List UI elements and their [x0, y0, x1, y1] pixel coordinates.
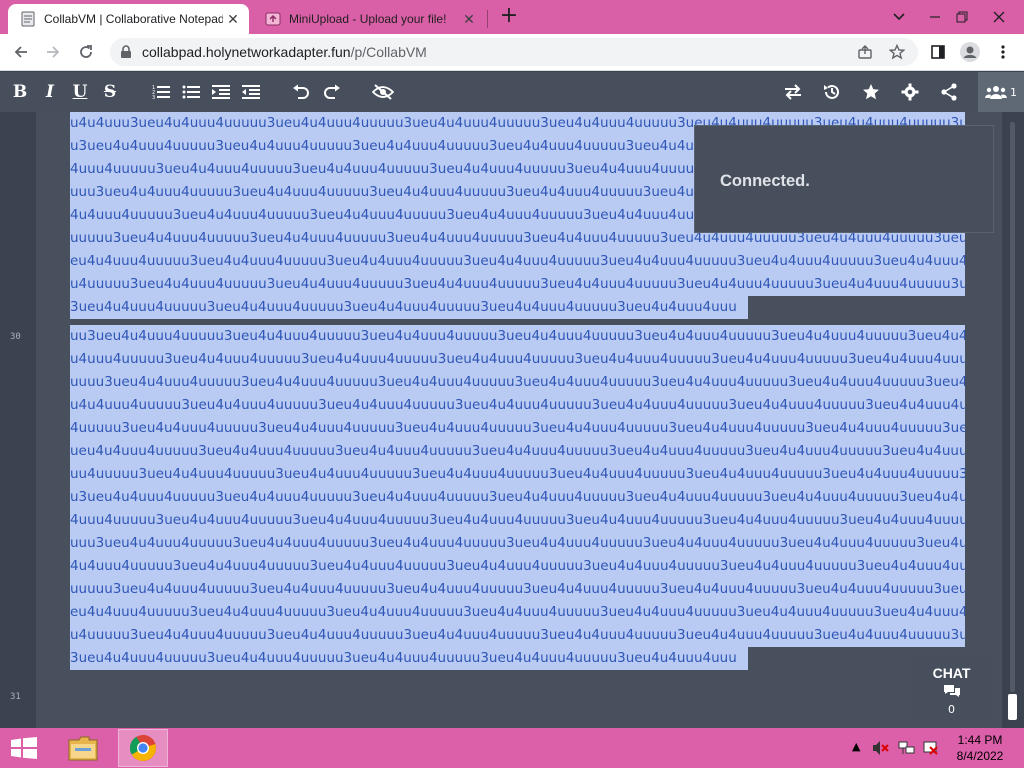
clock-time: 1:44 PM — [957, 733, 1003, 747]
chrome-task[interactable] — [118, 729, 168, 767]
undo-icon[interactable] — [289, 80, 313, 104]
network-icon[interactable] — [898, 740, 916, 759]
forward-button[interactable] — [40, 39, 66, 65]
outdent-icon[interactable] — [239, 80, 263, 104]
url-path: /p/CollabVM — [350, 44, 427, 60]
selected-text-line: ueu4u4uuu4uuuuu3ueu4u4uuu4uuuuu3ueu4u4uu… — [70, 440, 965, 463]
tray-overflow-icon[interactable]: ▲ — [852, 740, 860, 753]
scrollbar-thumb[interactable] — [1008, 694, 1017, 720]
browser-toolbar: collabpad.holynetworkadapter.fun/p/Colla… — [0, 34, 1024, 71]
settings-gear-icon[interactable] — [898, 80, 922, 104]
connection-status-text: Connected. — [720, 172, 810, 190]
selected-text-line: 4u4uuu4uuuuu3ueu4u4uuu4uuuuu3ueu4u4uuu4u… — [70, 555, 965, 578]
profile-avatar[interactable] — [957, 39, 983, 65]
chrome-icon — [129, 735, 156, 762]
close-icon[interactable]: ✕ — [459, 9, 479, 29]
import-export-icon[interactable] — [781, 80, 805, 104]
ordered-list-icon[interactable]: 123 — [149, 80, 173, 104]
users-button[interactable]: 1 — [978, 72, 1024, 112]
svg-text:3: 3 — [152, 95, 155, 100]
file-explorer-task[interactable] — [58, 729, 108, 767]
unordered-list-icon[interactable] — [179, 80, 203, 104]
tab-search-icon[interactable] — [882, 0, 916, 34]
windows-taskbar: ▲ 1:44 PM 8/4/2022 — [0, 728, 1024, 768]
browser-tab-strip: CollabVM | Collaborative Notepad ✕ MiniU… — [0, 0, 1024, 34]
selected-text-line: u3ueu4u4uuu4uuuuu3ueu4u4uuu4uuuuu3ueu4u4… — [70, 486, 965, 509]
scrollbar-track[interactable] — [1010, 122, 1015, 692]
restore-button[interactable] — [945, 0, 979, 34]
clear-authorship-icon[interactable] — [371, 80, 395, 104]
selected-text-line: uu3ueu4u4uuu4uuuuu3ueu4u4uuu4uuuuu3ueu4u… — [70, 325, 965, 348]
selected-text-line: uuu3ueu4u4uuu4uuuuu3ueu4u4uuu4uuuuu3ueu4… — [70, 532, 965, 555]
folder-icon — [68, 736, 98, 761]
close-window-button[interactable] — [982, 0, 1016, 34]
new-tab-button[interactable]: + — [498, 5, 520, 28]
url-host: collabpad.holynetworkadapter.fun — [142, 44, 351, 60]
tab-miniupload[interactable]: MiniUpload - Upload your file! ✕ — [253, 4, 485, 34]
chat-label: CHAT — [932, 665, 971, 681]
redo-icon[interactable] — [320, 80, 344, 104]
windows-start-button[interactable] — [6, 734, 42, 762]
url-text: collabpad.holynetworkadapter.fun/p/Colla… — [142, 44, 427, 60]
selected-text-line: eu4u4uuu4uuuuu3ueu4u4uuu4uuuuu3ueu4u4uuu… — [70, 250, 965, 273]
bold-icon[interactable]: B — [8, 80, 32, 104]
tab-title: CollabVM | Collaborative Notepad — [44, 12, 223, 26]
reload-button[interactable] — [73, 39, 99, 65]
chat-button[interactable]: CHAT 0 — [913, 655, 990, 721]
selected-text-line: eu4u4uuu4uuuuu3ueu4u4uuu4uuuuu3ueu4u4uuu… — [70, 601, 965, 624]
underline-icon[interactable]: U — [68, 80, 92, 104]
chat-unread-count: 0 — [948, 703, 955, 716]
share-icon[interactable] — [937, 80, 961, 104]
selected-text-line: u4uuuuu3ueu4u4uuu4uuuuu3ueu4u4uuu4uuuuu3… — [70, 273, 965, 296]
selected-text-line: 4uuuuu3ueu4u4uuu4uuuuu3ueu4u4uuu4uuuuu3u… — [70, 417, 965, 440]
selected-text-line: u4uuuuu3ueu4u4uuu4uuuuu3ueu4u4uuu4uuuuu3… — [70, 624, 965, 647]
tab-collabpad[interactable]: CollabVM | Collaborative Notepad ✕ — [8, 4, 249, 34]
users-icon — [985, 86, 1007, 99]
clock-date: 8/4/2022 — [956, 749, 1004, 763]
connection-notification: Connected. — [694, 125, 994, 233]
side-panel-icon[interactable] — [925, 39, 951, 65]
pad-toolbar: B I U S 123 1 — [0, 72, 1024, 112]
selected-text-line: 3ueu4u4uuu4uuuuu3ueu4u4uuu4uuuuu3ueu4u4u… — [70, 647, 748, 670]
strikethrough-icon[interactable]: S — [98, 80, 122, 104]
address-bar[interactable]: collabpad.holynetworkadapter.fun/p/Colla… — [110, 38, 918, 66]
selected-text-line: u4uuu4uuuuu3ueu4u4uuu4uuuuu3ueu4u4uuu4uu… — [70, 348, 965, 371]
selected-text-line: uuuuu3ueu4u4uuu4uuuuu3ueu4u4uuu4uuuuu3ue… — [70, 578, 965, 601]
selected-text-line: 4uuu4uuuuu3ueu4u4uuu4uuuuu3ueu4u4uuu4uuu… — [70, 509, 965, 532]
selected-text-line: uu4uuuuu3ueu4u4uuu4uuuuu3ueu4u4uuu4uuuuu… — [70, 463, 965, 486]
line-number: 30 — [10, 332, 21, 342]
action-center-alert-icon[interactable] — [922, 740, 940, 759]
timeslider-icon[interactable] — [820, 80, 844, 104]
windows-logo-icon — [11, 737, 37, 759]
saved-revision-star-icon[interactable] — [859, 80, 883, 104]
italic-icon[interactable]: I — [38, 80, 62, 104]
tab-title: MiniUpload - Upload your file! — [289, 12, 447, 26]
chat-bubbles-icon — [943, 683, 961, 702]
tab-divider — [487, 10, 488, 28]
upload-icon — [265, 11, 281, 27]
volume-muted-icon[interactable] — [872, 740, 890, 759]
browser-menu-icon[interactable] — [990, 39, 1016, 65]
share-page-icon[interactable] — [856, 43, 874, 61]
close-icon[interactable]: ✕ — [223, 9, 243, 29]
bookmark-star-icon[interactable] — [888, 43, 906, 61]
system-clock[interactable]: 1:44 PM 8/4/2022 — [948, 732, 1012, 764]
user-count: 1 — [1010, 85, 1017, 99]
pad-icon — [20, 11, 36, 27]
line-number-gutter: 30 31 — [0, 112, 36, 728]
indent-icon[interactable] — [209, 80, 233, 104]
lock-icon[interactable] — [120, 44, 132, 63]
selected-text-line: u4u4uuu4uuuuu3ueu4u4uuu4uuuuu3ueu4u4uuu4… — [70, 394, 965, 417]
selected-text-line: uuuu3ueu4u4uuu4uuuuu3ueu4u4uuu4uuuuu3ueu… — [70, 371, 965, 394]
line-number: 31 — [10, 692, 21, 702]
back-button[interactable] — [8, 39, 34, 65]
selected-text-line: 3ueu4u4uuu4uuuuu3ueu4u4uuu4uuuuu3ueu4u4u… — [70, 296, 748, 319]
